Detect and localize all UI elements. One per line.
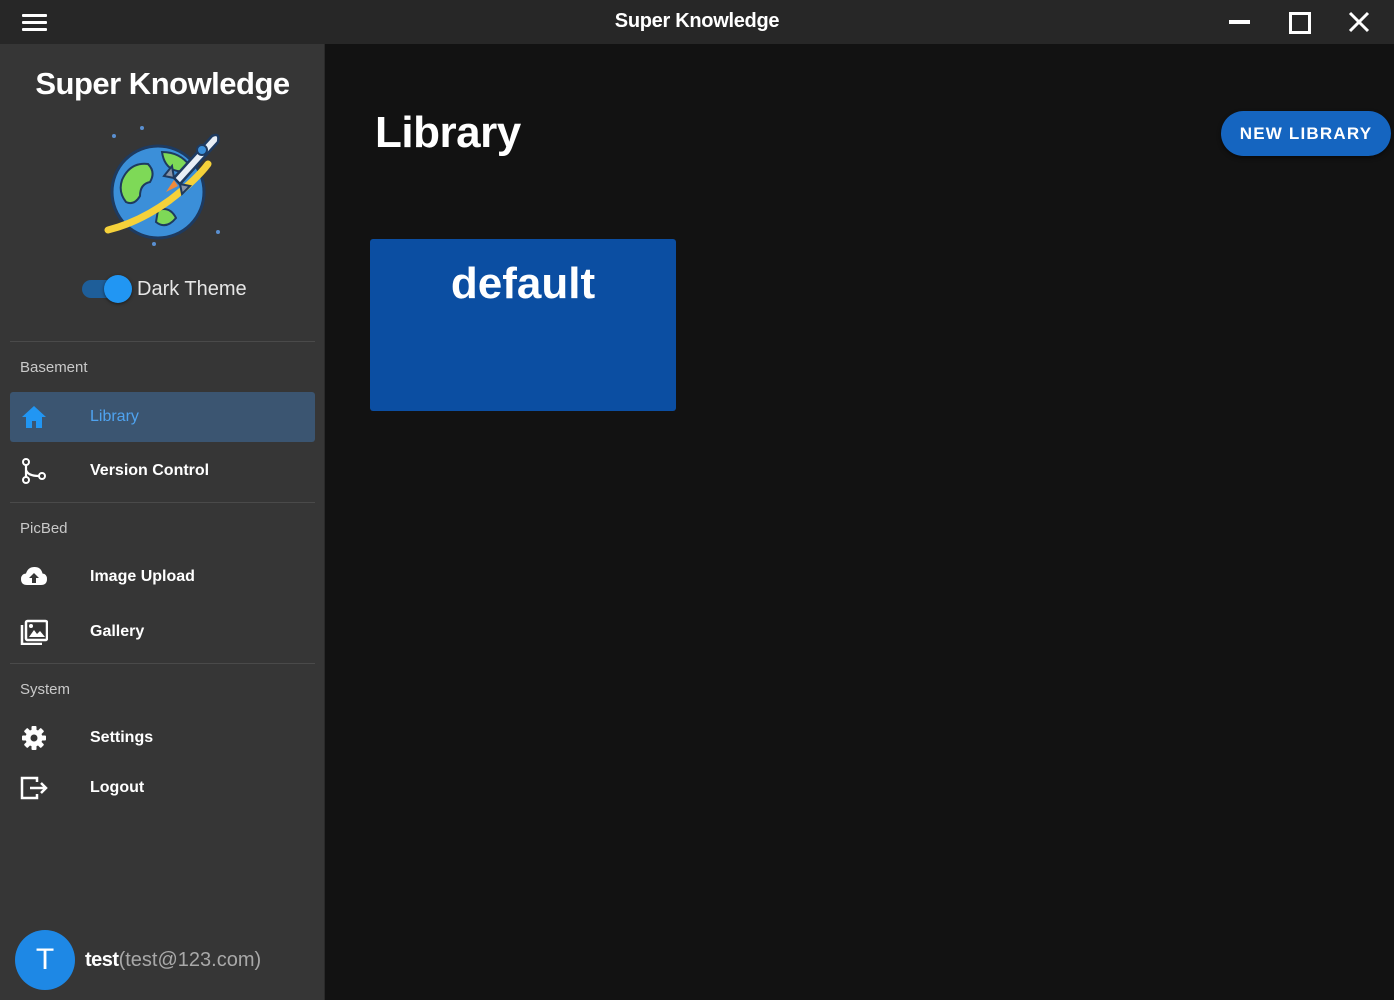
sidebar-item-label: Version Control bbox=[90, 462, 210, 479]
gear-icon bbox=[22, 726, 46, 750]
app-name: Super Knowledge bbox=[35, 66, 290, 101]
divider bbox=[10, 341, 315, 342]
sidebar-item-gallery[interactable]: Gallery bbox=[10, 607, 315, 657]
sidebar-item-image-upload[interactable]: Image Upload bbox=[10, 552, 315, 602]
sidebar-item-label: Gallery bbox=[90, 623, 145, 640]
section-title-system: System bbox=[20, 681, 71, 698]
sidebar-item-version-control[interactable]: Version Control bbox=[10, 446, 315, 496]
user-profile[interactable]: T test (test@123.com) bbox=[15, 930, 261, 990]
title-bar: Super Knowledge bbox=[0, 0, 1394, 44]
divider bbox=[10, 502, 315, 503]
library-card-title: default bbox=[450, 259, 596, 308]
sidebar-item-settings[interactable]: Settings bbox=[10, 713, 315, 763]
new-library-button[interactable]: NEW LIBRARY bbox=[1221, 111, 1391, 156]
avatar[interactable]: T bbox=[15, 930, 75, 990]
dark-theme-toggle[interactable]: Dark Theme bbox=[82, 275, 247, 303]
page-title: Library bbox=[375, 108, 521, 157]
divider bbox=[10, 663, 315, 664]
dark-theme-label: Dark Theme bbox=[137, 277, 247, 300]
minimize-icon[interactable] bbox=[1226, 8, 1254, 36]
library-card[interactable]: default bbox=[370, 239, 676, 411]
toggle-track[interactable] bbox=[82, 275, 132, 303]
sidebar-item-label: Settings bbox=[90, 729, 154, 746]
home-icon bbox=[22, 406, 46, 428]
image-multiple-icon bbox=[20, 619, 48, 645]
sidebar-item-logout[interactable]: Logout bbox=[10, 763, 315, 813]
user-email: (test@123.com) bbox=[118, 948, 262, 971]
logout-icon bbox=[20, 776, 48, 800]
sidebar: Super Knowledge Dark Theme Basement Libr… bbox=[0, 44, 325, 1000]
sidebar-item-label: Logout bbox=[90, 779, 145, 796]
sidebar-item-library[interactable]: Library bbox=[10, 392, 315, 442]
sidebar-item-label: Library bbox=[90, 408, 139, 425]
window-title: Super Knowledge bbox=[614, 10, 780, 32]
user-name: test bbox=[85, 948, 119, 971]
cloud-upload-icon bbox=[21, 567, 47, 585]
toggle-thumb[interactable] bbox=[104, 275, 132, 303]
sidebar-item-label: Image Upload bbox=[90, 568, 195, 585]
section-title-basement: Basement bbox=[20, 359, 88, 376]
section-title-picbed: PicBed bbox=[20, 520, 68, 537]
source-branch-icon bbox=[22, 458, 46, 484]
maximize-icon[interactable] bbox=[1286, 8, 1314, 36]
close-icon[interactable] bbox=[1345, 8, 1373, 36]
earth-rocket-logo bbox=[104, 126, 220, 246]
